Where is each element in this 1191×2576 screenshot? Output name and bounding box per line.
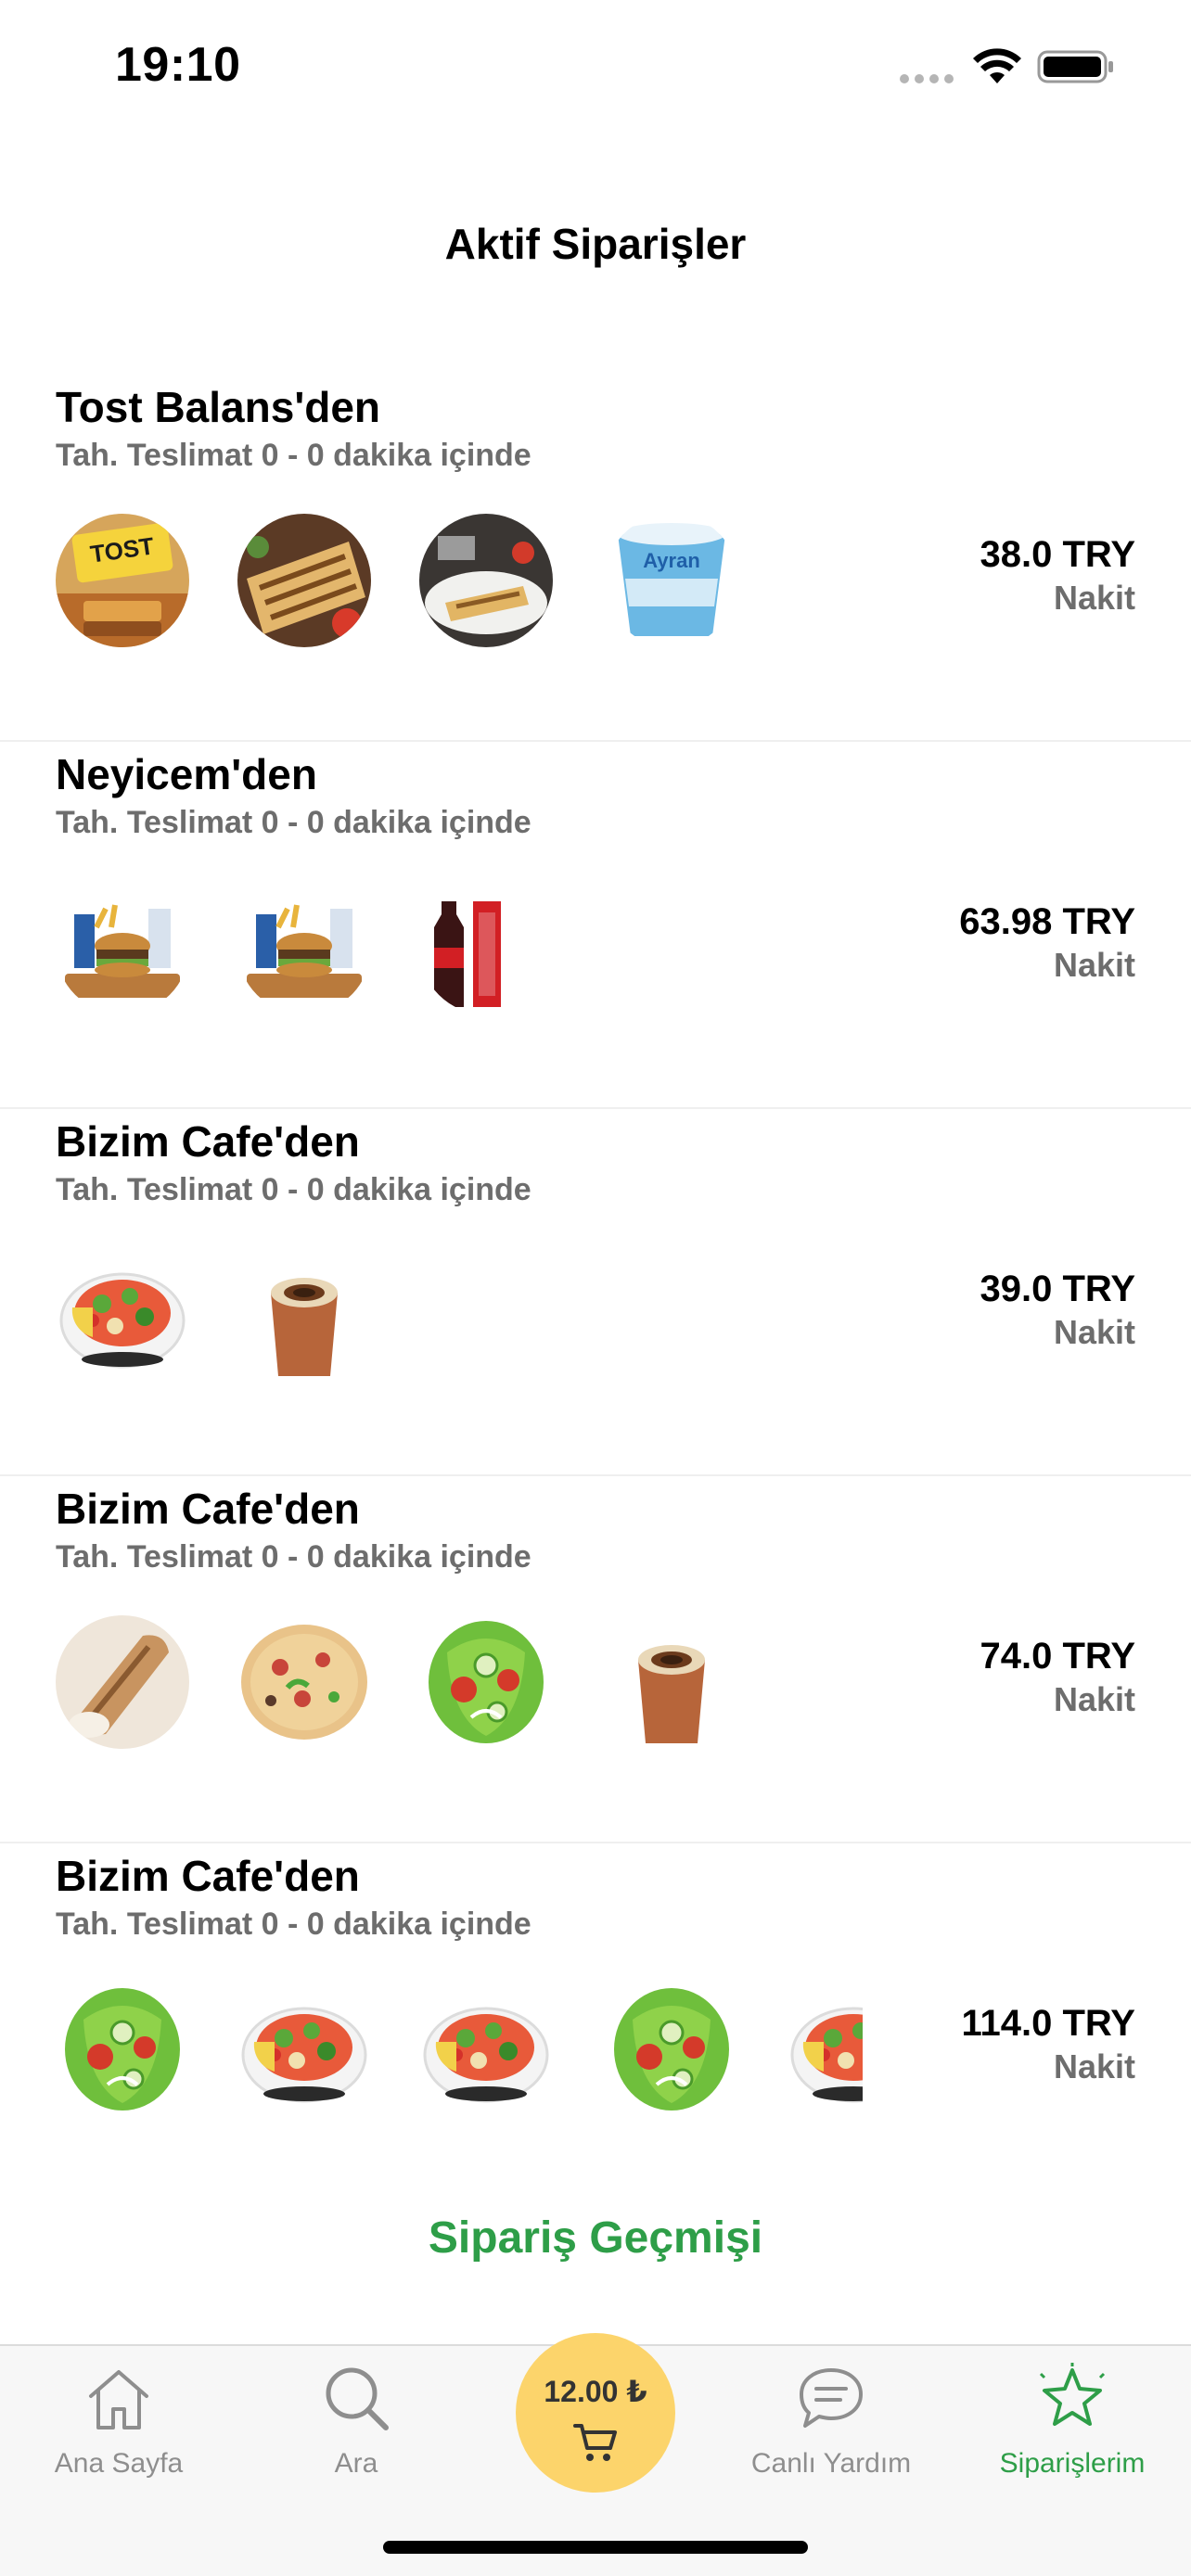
search-icon [326, 2367, 389, 2430]
order-items-strip[interactable] [56, 1248, 863, 1382]
item-image-toast-plate [419, 514, 553, 647]
restaurant-name: Neyicem'den [56, 750, 317, 798]
order-history-link[interactable]: Sipariş Geçmişi [0, 2213, 1191, 2264]
order-total: 114.0 TRY [961, 2003, 1135, 2044]
item-image-rice-pudding [237, 1248, 371, 1382]
tab-my-orders[interactable]: Siparişlerim [954, 2346, 1191, 2494]
order-items-strip[interactable] [56, 1615, 863, 1749]
tab-my-orders-label: Siparişlerim [999, 2448, 1146, 2479]
svg-text:Ayran: Ayran [643, 549, 700, 572]
chat-bubble-icon [800, 2368, 863, 2428]
order-card[interactable]: Bizim Cafe'den Tah. Teslimat 0 - 0 dakika… [0, 1476, 1191, 1843]
star-icon [1039, 2363, 1106, 2426]
item-image-ayran-cup: Ayran [605, 514, 738, 647]
order-items-strip[interactable]: TOST Ayran [56, 514, 863, 647]
item-image-green-salad [419, 1615, 553, 1749]
item-image-pizza [237, 1615, 371, 1749]
delivery-estimate: Tah. Teslimat 0 - 0 dakika içinde [56, 1172, 531, 1207]
order-card[interactable]: Bizim Cafe'den Tah. Teslimat 0 - 0 dakika… [0, 1109, 1191, 1476]
battery-icon [1037, 50, 1113, 83]
payment-method: Nakit [1053, 2047, 1135, 2085]
status-time: 19:10 [115, 38, 241, 92]
tab-live-support-label: Canlı Yardım [750, 2448, 912, 2479]
item-image-cola-bottle [419, 881, 553, 1014]
restaurant-name: Bizim Cafe'den [56, 1485, 360, 1533]
status-bar: 19:10 [0, 0, 1191, 139]
cart-button[interactable]: 12.00 ₺ [516, 2333, 675, 2493]
tab-home-label: Ana Sayfa [54, 2448, 184, 2479]
item-image-burger-menu [56, 881, 189, 1014]
order-total: 63.98 TRY [959, 901, 1135, 942]
restaurant-name: Tost Balans'den [56, 383, 381, 431]
payment-method: Nakit [1053, 1313, 1135, 1351]
item-image-salad-bowl [237, 1983, 371, 2116]
order-card[interactable]: Neyicem'den Tah. Teslimat 0 - 0 dakika iç… [0, 742, 1191, 1109]
order-card[interactable]: Tost Balans'den Tah. Teslimat 0 - 0 dakik… [0, 375, 1191, 742]
item-image-salad-bowl [787, 1983, 863, 2116]
tab-live-support[interactable]: Canlı Yardım [712, 2346, 950, 2494]
item-image-toast-logo: TOST [56, 514, 189, 647]
item-image-green-salad [56, 1983, 189, 2116]
order-items-strip[interactable] [56, 881, 863, 1014]
order-total: 39.0 TRY [980, 1269, 1135, 1309]
payment-method: Nakit [1053, 1680, 1135, 1718]
delivery-estimate: Tah. Teslimat 0 - 0 dakika içinde [56, 1539, 531, 1575]
cellular-signal-icon [900, 74, 957, 83]
page-title: Aktif Siparişler [444, 220, 747, 268]
restaurant-name: Bizim Cafe'den [56, 1117, 360, 1166]
order-items-strip[interactable] [56, 1983, 863, 2116]
item-image-salad-bowl [419, 1983, 553, 2116]
cart-total: 12.00 ₺ [544, 2375, 647, 2408]
order-total: 74.0 TRY [980, 1636, 1135, 1677]
order-card[interactable]: Bizim Cafe'den Tah. Teslimat 0 - 0 dakika… [0, 1843, 1191, 2211]
item-image-green-salad [605, 1983, 738, 2116]
order-total: 38.0 TRY [980, 534, 1135, 575]
home-indicator [383, 2541, 808, 2554]
item-image-grilled-toast [237, 514, 371, 647]
item-image-wrap [56, 1615, 189, 1749]
delivery-estimate: Tah. Teslimat 0 - 0 dakika içinde [56, 1906, 531, 1942]
delivery-estimate: Tah. Teslimat 0 - 0 dakika içinde [56, 438, 531, 473]
cart-icon [573, 2424, 617, 2461]
tab-search[interactable]: Ara [237, 2346, 475, 2494]
item-image-rice-pudding [605, 1615, 738, 1749]
delivery-estimate: Tah. Teslimat 0 - 0 dakika içinde [56, 805, 531, 840]
payment-method: Nakit [1053, 946, 1135, 984]
payment-method: Nakit [1053, 579, 1135, 617]
restaurant-name: Bizim Cafe'den [56, 1852, 360, 1900]
home-icon [89, 2370, 148, 2429]
tab-home[interactable]: Ana Sayfa [0, 2346, 237, 2494]
item-image-burger-menu [237, 881, 371, 1014]
item-image-salad-bowl [56, 1248, 189, 1382]
wifi-icon [973, 48, 1021, 83]
tab-search-label: Ara [334, 2448, 378, 2479]
